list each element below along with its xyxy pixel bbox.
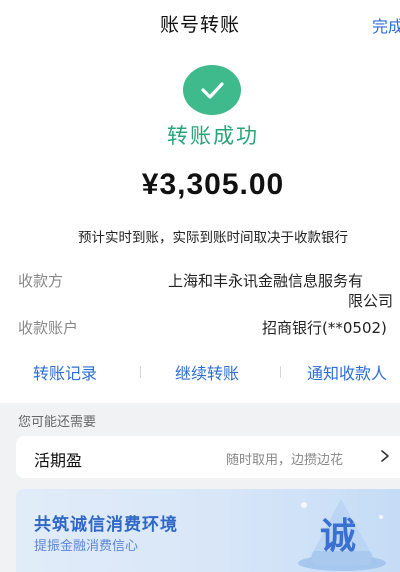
divider <box>140 366 141 378</box>
success-check-icon <box>183 65 241 115</box>
result-panel: 账号转账 完成 转账成功 ¥3,305.00 预计实时到账，实际到账时间取决于收… <box>0 0 400 403</box>
integrity-emblem-icon: 诚 <box>286 489 400 572</box>
banner-art-text: 诚 <box>320 516 357 557</box>
product-card[interactable]: 活期盈 随时取用，边攒边花 <box>16 436 400 478</box>
page-title: 账号转账 <box>159 14 240 36</box>
account-value: 招商银行(**0502) <box>262 319 387 337</box>
arrival-note: 预计实时到账，实际到账时间取决于收款银行 <box>78 230 348 246</box>
divider <box>280 366 281 378</box>
banner-title: 共筑诚信消费环境 <box>34 515 178 535</box>
account-label: 收款账户 <box>18 319 79 337</box>
payee-label: 收款方 <box>18 272 64 290</box>
action-bar: 转账记录 继续转账 通知收款人 <box>0 360 400 384</box>
promo-banner[interactable]: 共筑诚信消费环境 提振金融消费信心 诚 <box>16 489 400 572</box>
payee-name-line1: 上海和丰永讯金融信息服务有 <box>168 272 364 290</box>
done-button[interactable]: 完成 <box>372 13 400 37</box>
transfer-status: 转账成功 <box>167 124 259 148</box>
section-title: 您可能还需要 <box>18 415 97 430</box>
product-name: 活期盈 <box>34 451 83 470</box>
transfer-records-button[interactable]: 转账记录 <box>33 360 97 384</box>
chevron-right-icon <box>377 446 393 466</box>
payee-name-line2: 限公司 <box>348 292 394 310</box>
notify-payee-button[interactable]: 通知收款人 <box>307 360 387 384</box>
product-desc: 随时取用，边攒边花 <box>226 453 344 468</box>
continue-transfer-button[interactable]: 继续转账 <box>175 360 239 384</box>
transfer-amount: ¥3,305.00 <box>141 168 285 201</box>
banner-subtitle: 提振金融消费信心 <box>34 539 139 554</box>
